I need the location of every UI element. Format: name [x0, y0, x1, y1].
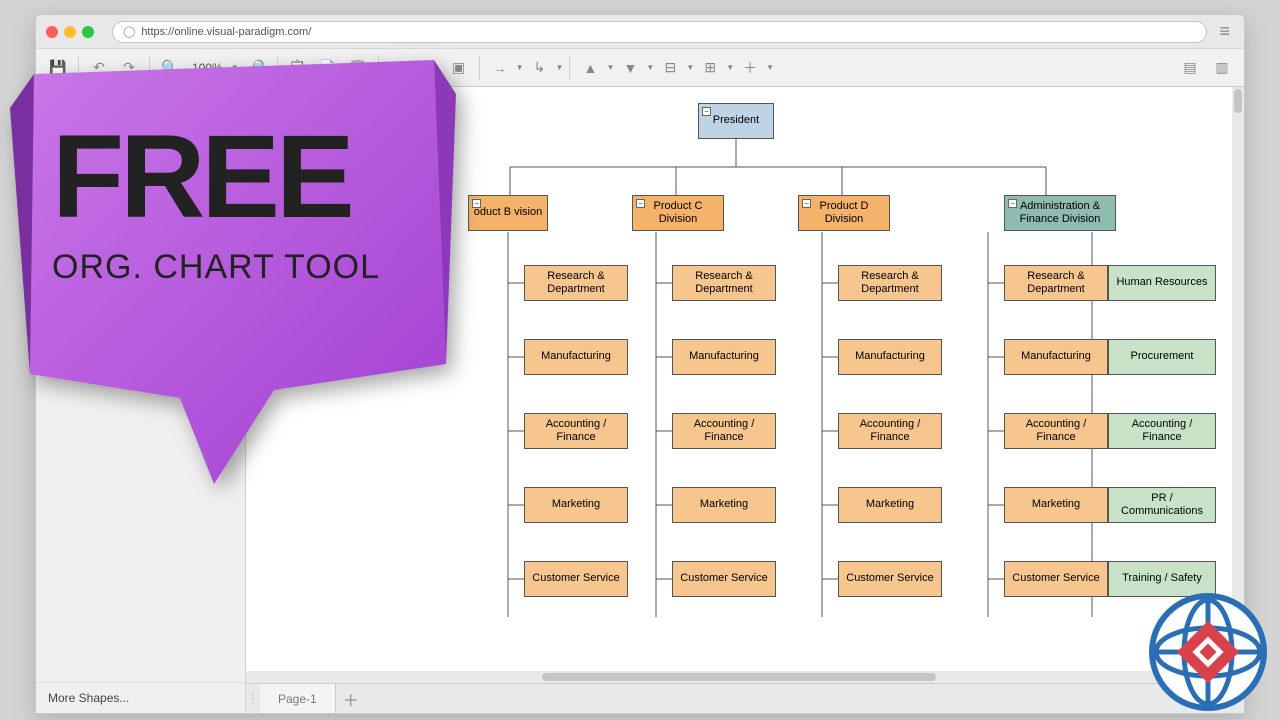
- node-research[interactable]: Research & Department: [524, 265, 628, 301]
- zoom-out-icon[interactable]: 🔍: [156, 54, 184, 82]
- connector-elbow-icon[interactable]: ↳: [526, 54, 554, 82]
- add-icon[interactable]: ＋: [736, 54, 764, 82]
- minimize-window-button[interactable]: [64, 26, 76, 38]
- collapse-icon[interactable]: −: [636, 199, 645, 208]
- add-page-button[interactable]: ＋: [336, 684, 366, 713]
- hamburger-menu-icon[interactable]: ≡: [1215, 21, 1234, 42]
- window-controls: [46, 26, 94, 38]
- zoom-dropdown-icon[interactable]: ▼: [231, 63, 239, 72]
- maximize-window-button[interactable]: [82, 26, 94, 38]
- shape-search-input[interactable]: [44, 95, 237, 119]
- sidebar: ▼Sc ▼Or More Shapes...: [36, 87, 246, 713]
- collapse-icon[interactable]: −: [702, 107, 711, 116]
- node-manufacturing[interactable]: Manufacturing: [672, 339, 776, 375]
- node-marketing[interactable]: Marketing: [672, 487, 776, 523]
- node-manufacturing[interactable]: Manufacturing: [524, 339, 628, 375]
- body: ▼Sc ▼Or More Shapes...: [36, 87, 1244, 713]
- node-division-admin[interactable]: − Administration & Finance Division: [1004, 195, 1116, 231]
- redo-icon[interactable]: ↷: [115, 54, 143, 82]
- align-icon[interactable]: ⊟: [656, 54, 684, 82]
- node-research[interactable]: Research & Department: [1004, 265, 1108, 301]
- node-president[interactable]: − President: [698, 103, 774, 139]
- horizontal-scrollbar[interactable]: [246, 671, 1232, 683]
- to-front-icon[interactable]: ▲: [576, 54, 604, 82]
- canvas-area: − President − oduct B vision − Product C…: [246, 87, 1244, 713]
- node-accounting[interactable]: Accounting / Finance: [1108, 413, 1216, 449]
- tab-grip-icon[interactable]: ⋮: [246, 684, 260, 713]
- connector-straight-icon[interactable]: →: [486, 54, 514, 82]
- node-hr[interactable]: Human Resources: [1108, 265, 1216, 301]
- node-marketing[interactable]: Marketing: [1004, 487, 1108, 523]
- vertical-scrollbar[interactable]: [1232, 87, 1244, 671]
- url-text: https://online.visual-paradigm.com/: [141, 26, 311, 38]
- more-shapes-button[interactable]: More Shapes...: [36, 682, 245, 713]
- sidebar-section-scratchpad[interactable]: ▼Sc: [36, 127, 245, 220]
- close-window-button[interactable]: [46, 26, 58, 38]
- collapse-icon[interactable]: −: [802, 199, 811, 208]
- node-accounting[interactable]: Accounting / Finance: [1004, 413, 1108, 449]
- node-accounting[interactable]: Accounting / Finance: [672, 413, 776, 449]
- node-customer[interactable]: Customer Service: [524, 561, 628, 597]
- address-bar[interactable]: ◯ https://online.visual-paradigm.com/: [112, 21, 1207, 43]
- distribute-icon[interactable]: ⊞: [696, 54, 724, 82]
- scratchpad-slot[interactable]: [46, 154, 235, 214]
- outline-panel-icon[interactable]: ▥: [1208, 54, 1236, 82]
- node-accounting[interactable]: Accounting / Finance: [838, 413, 942, 449]
- node-research[interactable]: Research & Department: [672, 265, 776, 301]
- node-division-d[interactable]: − Product D Division: [798, 195, 890, 231]
- undo-icon[interactable]: ↶: [85, 54, 113, 82]
- node-accounting[interactable]: Accounting / Finance: [524, 413, 628, 449]
- zoom-value[interactable]: 100%: [188, 61, 227, 75]
- canvas[interactable]: − President − oduct B vision − Product C…: [246, 87, 1244, 683]
- zoom-in-icon[interactable]: 🔎: [243, 54, 271, 82]
- collapse-icon[interactable]: −: [472, 199, 481, 208]
- node-procurement[interactable]: Procurement: [1108, 339, 1216, 375]
- titlebar: ◯ https://online.visual-paradigm.com/ ≡: [36, 15, 1244, 49]
- node-marketing[interactable]: Marketing: [524, 487, 628, 523]
- format-panel-icon[interactable]: ▤: [1176, 54, 1204, 82]
- tab-page-1[interactable]: Page-1: [260, 684, 336, 713]
- node-marketing[interactable]: Marketing: [838, 487, 942, 523]
- paste-icon[interactable]: 📄: [314, 54, 342, 82]
- node-division-b[interactable]: − oduct B vision: [468, 195, 548, 231]
- node-manufacturing[interactable]: Manufacturing: [838, 339, 942, 375]
- shadow-icon[interactable]: ▣: [445, 54, 473, 82]
- node-customer[interactable]: Customer Service: [838, 561, 942, 597]
- visual-paradigm-logo-icon: [1148, 592, 1268, 712]
- to-back-icon[interactable]: ▼: [616, 54, 644, 82]
- delete-icon[interactable]: 🗑: [344, 54, 372, 82]
- node-division-c[interactable]: − Product C Division: [632, 195, 724, 231]
- zoom-controls: 🔍 100% ▼ 🔎: [156, 54, 271, 82]
- page-tabs: ⋮ Page-1 ＋: [246, 683, 1244, 713]
- line-color-icon[interactable]: ✎: [415, 54, 443, 82]
- app-window: ◯ https://online.visual-paradigm.com/ ≡ …: [35, 14, 1245, 714]
- node-shape-swatch[interactable]: [46, 247, 74, 263]
- node-manufacturing[interactable]: Manufacturing: [1004, 339, 1108, 375]
- save-icon[interactable]: 💾: [44, 54, 72, 82]
- node-research[interactable]: Research & Department: [838, 265, 942, 301]
- node-customer[interactable]: Customer Service: [1004, 561, 1108, 597]
- node-customer[interactable]: Customer Service: [672, 561, 776, 597]
- collapse-icon[interactable]: −: [1008, 199, 1017, 208]
- sidebar-section-orgchart[interactable]: ▼Or: [36, 220, 245, 269]
- fill-color-icon[interactable]: ◆: [385, 54, 413, 82]
- node-pr[interactable]: PR / Communications: [1108, 487, 1216, 523]
- toolbar: 💾 ↶ ↷ 🔍 100% ▼ 🔎 📋 📄 🗑 ◆ ✎ ▣ → ▼ ↳ ▼ ▲ ▼…: [36, 49, 1244, 87]
- globe-icon: ◯: [123, 25, 135, 38]
- copy-icon[interactable]: 📋: [284, 54, 312, 82]
